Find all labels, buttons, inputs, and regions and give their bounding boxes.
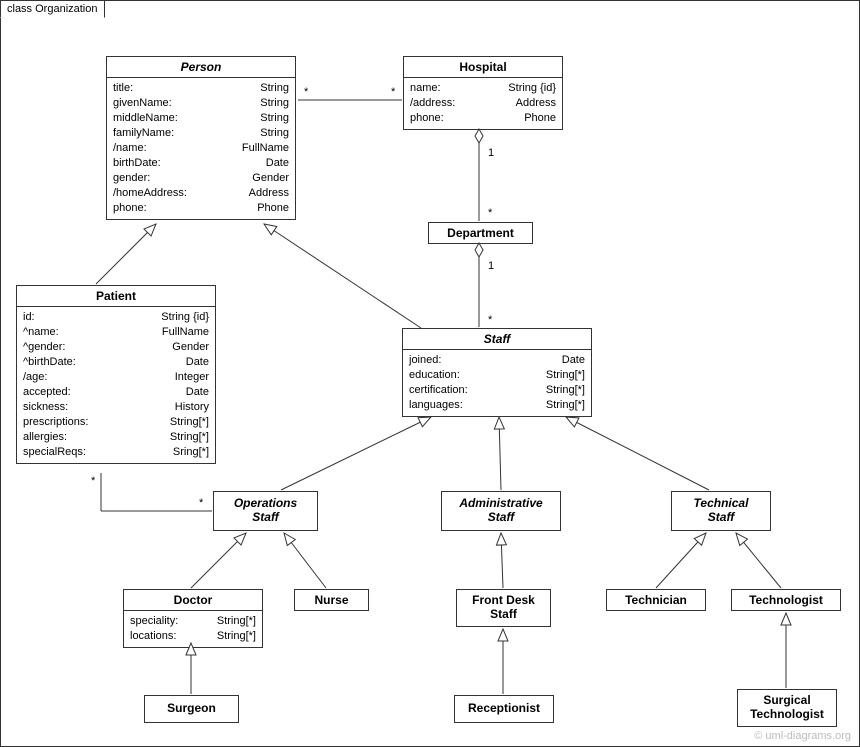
mult-label: * [488,207,493,219]
class-title: Technologist [732,590,840,610]
class-hospital: Hospital name:String {id}/address:Addres… [403,56,563,130]
class-surgeon: Surgeon [144,695,239,723]
attr-row: middleName:String [113,111,289,126]
class-attrs: title:StringgivenName:StringmiddleName:S… [107,78,295,219]
class-technologist: Technologist [731,589,841,611]
attr-row: birthDate:Date [113,156,289,171]
attr-row: /age:Integer [23,370,209,385]
attr-row: gender:Gender [113,171,289,186]
class-title: Surgeon [145,696,238,718]
mult-label: 1 [488,260,494,272]
attr-row: phone:Phone [410,111,556,126]
class-title: Hospital [404,57,562,78]
attr-row: id:String {id} [23,310,209,325]
mult-label: * [199,497,204,509]
attr-row: familyName:String [113,126,289,141]
class-attrs: id:String {id}^name:FullName^gender:Gend… [17,307,215,463]
class-nurse: Nurse [294,589,369,611]
class-title: AdministrativeStaff [442,492,560,527]
class-title: Department [429,223,532,243]
class-department: Department [428,222,533,244]
class-person: Person title:StringgivenName:Stringmiddl… [106,56,296,220]
watermark: © uml-diagrams.org [754,730,851,742]
attr-row: title:String [113,81,289,96]
class-doctor: Doctor speciality:String[*]locations:Str… [123,589,263,648]
attr-row: phone:Phone [113,201,289,216]
class-title: Receptionist [455,696,553,718]
class-title: Person [107,57,295,78]
attr-row: joined:Date [409,353,585,368]
attr-row: /address:Address [410,96,556,111]
mult-label: * [391,86,396,98]
attr-row: ^name:FullName [23,325,209,340]
frame-title: class Organization [7,3,98,15]
mult-label: 1 [488,147,494,159]
class-title: Technician [607,590,705,610]
class-technician: Technician [606,589,706,611]
mult-label: * [488,314,493,326]
class-technical-staff: TechnicalStaff [671,491,771,531]
class-title: Front DeskStaff [457,590,550,624]
class-title: OperationsStaff [214,492,317,527]
mult-label: * [91,475,96,487]
attr-row: prescriptions:String[*] [23,415,209,430]
attr-row: ^gender:Gender [23,340,209,355]
attr-row: certification:String[*] [409,383,585,398]
attr-row: accepted:Date [23,385,209,400]
attr-row: /homeAddress:Address [113,186,289,201]
attr-row: ^birthDate:Date [23,355,209,370]
attr-row: sickness:History [23,400,209,415]
class-title: Nurse [295,590,368,610]
class-title: Staff [403,329,591,350]
attr-row: name:String {id} [410,81,556,96]
attr-row: givenName:String [113,96,289,111]
frame-title-tab: class Organization [0,0,105,18]
class-staff: Staff joined:Dateeducation:String[*]cert… [402,328,592,417]
attr-row: education:String[*] [409,368,585,383]
class-title: Doctor [124,590,262,611]
class-attrs: name:String {id}/address:Addressphone:Ph… [404,78,562,129]
attr-row: languages:String[*] [409,398,585,413]
class-title: TechnicalStaff [672,492,770,527]
attr-row: speciality:String[*] [130,614,256,629]
class-attrs: joined:Dateeducation:String[*]certificat… [403,350,591,416]
class-administrative-staff: AdministrativeStaff [441,491,561,531]
attr-row: /name:FullName [113,141,289,156]
attr-row: locations:String[*] [130,629,256,644]
class-receptionist: Receptionist [454,695,554,723]
attr-row: specialReqs:Sring[*] [23,445,209,460]
class-surgical-technologist: SurgicalTechnologist [737,689,837,727]
mult-label: * [304,86,309,98]
class-operations-staff: OperationsStaff [213,491,318,531]
class-attrs: speciality:String[*]locations:String[*] [124,611,262,647]
attr-row: allergies:String[*] [23,430,209,445]
diagram-frame: class Organization Person title:Stringgi… [0,0,860,747]
class-front-desk-staff: Front DeskStaff [456,589,551,627]
class-title: Patient [17,286,215,307]
class-patient: Patient id:String {id}^name:FullName^gen… [16,285,216,464]
class-title: SurgicalTechnologist [738,690,836,724]
